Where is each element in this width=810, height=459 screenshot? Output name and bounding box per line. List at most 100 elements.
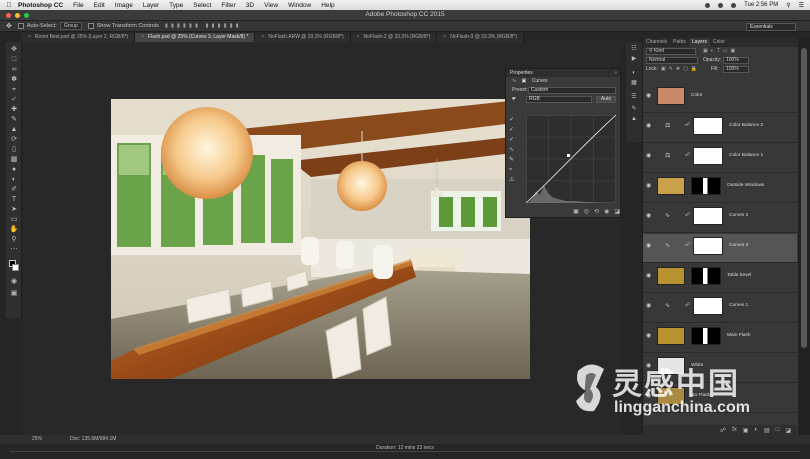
visibility-eye-icon[interactable]: ◉	[646, 242, 651, 249]
on-image-adjust-icon[interactable]: ☛	[512, 96, 516, 102]
blend-mode-dropdown[interactable]: Normal	[646, 57, 698, 64]
move-tool-icon[interactable]: ✥	[6, 22, 12, 30]
clone-stamp-tool-icon[interactable]: ▲	[9, 126, 19, 134]
layer-name[interactable]: Color Balance 2	[729, 123, 763, 128]
menu-window[interactable]: Window	[288, 2, 311, 9]
status-icon[interactable]	[705, 2, 711, 8]
layer-row[interactable]: ◉ Main Flash	[643, 324, 797, 353]
layer-mask-thumbnail[interactable]	[693, 117, 723, 135]
close-tab-icon[interactable]: ×	[141, 34, 144, 40]
auto-select-dropdown[interactable]: Group	[59, 22, 82, 30]
new-layer-icon[interactable]: □	[776, 427, 780, 433]
visibility-eye-icon[interactable]: ◉	[646, 122, 651, 129]
hand-tool-icon[interactable]: ✋	[9, 226, 19, 234]
layer-thumbnail[interactable]	[657, 177, 685, 195]
workspace-dropdown[interactable]: Essentials	[746, 23, 796, 31]
zoom-tool-icon[interactable]: ⚲	[9, 236, 19, 244]
link-icon[interactable]: ☍	[685, 212, 690, 218]
filter-type-icons[interactable]: ▣◐T▭▣	[703, 48, 738, 54]
layer-mask-thumbnail[interactable]	[693, 297, 723, 315]
menu-app[interactable]: Photoshop CC	[18, 2, 63, 9]
layer-style-icon[interactable]: fx	[732, 427, 737, 433]
menu-view[interactable]: View	[264, 2, 278, 9]
layer-name[interactable]: Outside Windows	[727, 183, 764, 188]
transform-controls-option[interactable]: Show Transform Controls	[87, 23, 159, 29]
menu-list-icon[interactable]: ☰	[799, 2, 804, 9]
wifi-icon[interactable]	[718, 2, 724, 8]
doc-tab[interactable]: × NoFlash-2 @ 33.3% (RGB/8*)	[350, 33, 438, 42]
type-tool-icon[interactable]: T	[9, 196, 19, 204]
layer-mask-icon[interactable]: ▣	[522, 78, 527, 84]
gray-point-eyedropper-icon[interactable]: ✓	[509, 125, 517, 135]
visibility-eye-icon[interactable]: ◉	[646, 182, 651, 189]
add-mask-icon[interactable]: ▣	[743, 427, 749, 434]
layer-row[interactable]: ◉ Table bevel	[643, 264, 797, 293]
brush-panel-icon[interactable]: ✎	[630, 106, 638, 113]
more-tools-icon[interactable]: ⋯	[9, 246, 19, 254]
lock-icons[interactable]: ▣✎✥▢🔒	[661, 66, 700, 72]
search-icon[interactable]: ⚲	[786, 2, 790, 9]
view-previous-icon[interactable]: ◎	[584, 208, 589, 217]
auto-select-checkbox[interactable]	[17, 23, 24, 29]
clip-to-layer-icon[interactable]: ▣	[573, 208, 579, 217]
curves-graph[interactable]	[526, 115, 616, 203]
filter-kind-dropdown[interactable]: ⚲ Kind	[646, 48, 696, 55]
menu-filter[interactable]: Filter	[221, 2, 235, 9]
channel-dropdown[interactable]: RGB	[526, 96, 592, 103]
auto-select-option[interactable]: Auto-Select: Group	[17, 22, 82, 30]
layer-thumbnail[interactable]	[657, 327, 685, 345]
shape-tool-icon[interactable]: ▭	[9, 216, 19, 224]
move-tool-icon[interactable]: ✥	[9, 46, 19, 54]
zoom-level[interactable]: 25%	[32, 436, 42, 442]
layer-name[interactable]: Table bevel	[727, 273, 751, 278]
dodge-tool-icon[interactable]: ◐	[9, 176, 19, 184]
blur-tool-icon[interactable]: ●	[9, 166, 19, 174]
menu-select[interactable]: Select	[193, 2, 211, 9]
battery-icon[interactable]	[731, 2, 737, 8]
transform-controls-checkbox[interactable]	[87, 23, 94, 29]
path-selection-tool-icon[interactable]: ➤	[9, 206, 19, 214]
layer-mask-thumbnail[interactable]	[691, 327, 721, 345]
layer-thumbnail[interactable]	[657, 267, 685, 285]
clone-source-icon[interactable]: ▲	[630, 116, 638, 123]
layer-thumbnail[interactable]	[657, 87, 685, 105]
tab-color[interactable]: Color	[710, 38, 728, 47]
gradient-tool-icon[interactable]: ▩	[9, 156, 19, 164]
lasso-tool-icon[interactable]: ∞	[9, 66, 19, 74]
layer-name[interactable]: Curves 2	[729, 213, 748, 218]
edit-points-icon[interactable]: ∿	[509, 145, 517, 155]
layer-name[interactable]: Curves 1	[729, 303, 748, 308]
link-icon[interactable]: ☍	[685, 242, 690, 248]
visibility-eye-icon[interactable]: ◉	[646, 272, 651, 279]
black-point-eyedropper-icon[interactable]: ✓	[509, 115, 517, 125]
link-icon[interactable]: ☍	[685, 152, 690, 158]
link-layers-icon[interactable]: ☍	[720, 427, 726, 434]
visibility-eye-icon[interactable]: ◉	[646, 302, 651, 309]
history-panel-icon[interactable]: ☷	[630, 46, 638, 53]
doc-tab[interactable]: × Room Best.psd @ 25% (Layer 2, RGB/8*)	[22, 33, 136, 42]
properties-panel-icon[interactable]: ☰	[630, 94, 638, 101]
layer-mask-thumbnail[interactable]	[693, 207, 723, 225]
visibility-eye-icon[interactable]: ◉	[646, 212, 651, 219]
layer-row[interactable]: ◉ ⚖ ☍ Color Balance 2	[643, 114, 797, 143]
apple-icon[interactable]: 	[0, 2, 18, 9]
menu-edit[interactable]: Edit	[94, 2, 105, 9]
layer-name[interactable]: Main Flash	[727, 333, 750, 338]
link-icon[interactable]: ☍	[685, 122, 690, 128]
crop-tool-icon[interactable]: ⌖	[9, 86, 19, 94]
timeline-track[interactable]	[10, 451, 800, 452]
brush-tool-icon[interactable]: ✎	[9, 116, 19, 124]
layer-row[interactable]: ◉ ∿ ☍ Curves 2	[643, 204, 797, 233]
clock[interactable]: Tue 2:56 PM	[744, 2, 778, 8]
menu-file[interactable]: File	[73, 2, 83, 9]
close-tab-icon[interactable]: ×	[357, 34, 360, 40]
layer-mask-thumbnail[interactable]	[693, 237, 723, 255]
document-image[interactable]	[111, 99, 530, 379]
preset-dropdown[interactable]: Custom	[528, 87, 616, 94]
eyedropper-tool-icon[interactable]: ✓	[9, 96, 19, 104]
visibility-icon[interactable]: ◉	[604, 208, 609, 217]
layer-row[interactable]: ◉ ∿ ☍ Curves 1	[643, 294, 797, 323]
layer-row[interactable]: ◉ Color	[643, 84, 797, 113]
doc-size[interactable]: Doc: 135.6M/684.1M	[70, 436, 116, 442]
reset-icon[interactable]: ⟲	[594, 208, 599, 217]
